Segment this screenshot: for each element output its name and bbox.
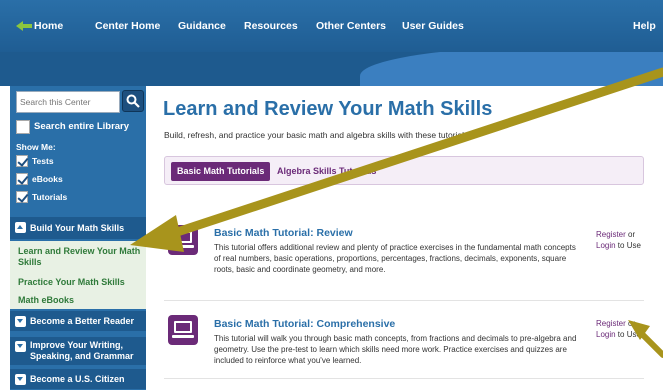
annotation-arrow-up-icon <box>628 320 663 358</box>
annotation-arrows <box>130 67 663 358</box>
annotation-arrow-left-icon <box>130 67 663 252</box>
